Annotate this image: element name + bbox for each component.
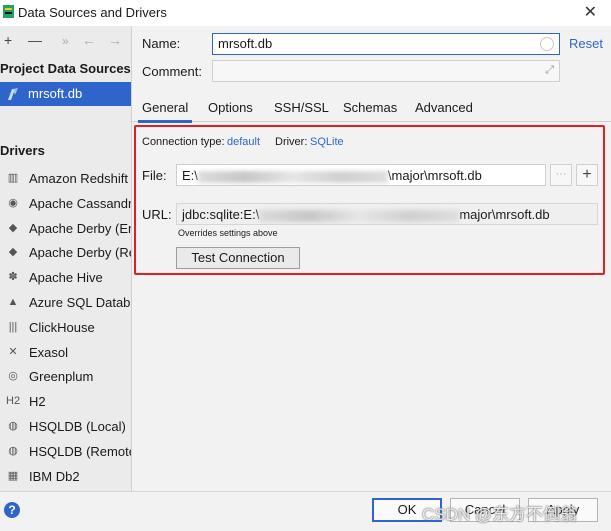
driver-icon: ◆ [8, 246, 18, 259]
close-icon[interactable]: ✕ [584, 2, 597, 22]
driver-label: Greenplum [29, 369, 94, 385]
datasource-item-mrsoft[interactable]: mrsoft.db [0, 82, 131, 106]
driver-item[interactable]: ▥ Amazon Redshift [0, 166, 131, 190]
url-suffix: major\mrsoft.db [459, 207, 550, 222]
driver-icon: ||| [8, 320, 18, 333]
url-prefix: jdbc:sqlite:E:\ [182, 207, 260, 222]
back-arrow-icon[interactable]: ← [82, 32, 96, 48]
tab-advanced[interactable]: Advanced [415, 100, 473, 115]
driver-icon: ◎ [8, 370, 18, 383]
connection-type-label: Connection type: [142, 136, 225, 148]
driver-icon: ▦ [7, 469, 19, 482]
driver-icon: ▥ [7, 172, 19, 184]
driver-icon: ◍ [8, 420, 18, 432]
browse-button[interactable]: ··· [550, 164, 572, 186]
driver-item[interactable]: ◉ Apache Cassandra [0, 191, 132, 215]
color-circle-icon[interactable] [540, 37, 554, 51]
reset-link[interactable]: Reset [569, 36, 603, 51]
driver-item[interactable]: ▦ IBM Db2 [0, 464, 131, 488]
driver-label: Apache Derby (Embedded) [29, 220, 131, 236]
driver-label: Apache Cassandra [29, 195, 132, 211]
file-label: File: [142, 168, 167, 183]
sqlite-icon [8, 88, 18, 100]
driver-label: IBM Db2 [29, 468, 80, 484]
driver-item[interactable]: ◆ Apache Derby (Embedded) [0, 216, 131, 240]
sidebar: + — » ← → Project Data Sources mrsoft.db… [0, 26, 132, 491]
driver-label: Driver: [275, 136, 308, 148]
driver-item[interactable]: ◍ HSQLDB (Remote) [0, 439, 132, 463]
driver-item[interactable]: ||| ClickHouse [0, 315, 131, 339]
datasource-label: mrsoft.db [28, 86, 83, 101]
driver-icon: ✽ [8, 271, 18, 284]
driver-item[interactable]: H2 H2 [0, 389, 131, 413]
tab-general[interactable]: General [137, 100, 193, 123]
tab-schemas[interactable]: Schemas [343, 100, 397, 115]
test-connection-button[interactable]: Test Connection [176, 247, 300, 269]
tab-ssh-ssl[interactable]: SSH/SSL [274, 100, 329, 115]
driver-label: Exasol [29, 344, 69, 360]
driver-item[interactable]: ✽ Apache Hive [0, 265, 131, 289]
driver-label: HSQLDB (Remote) [29, 443, 132, 459]
name-value: mrsoft.db [218, 36, 273, 51]
comment-input[interactable]: ⤢ [212, 60, 560, 82]
add-file-button[interactable]: + [576, 164, 598, 186]
driver-label: Azure SQL Database [29, 295, 131, 310]
driver-item[interactable]: ◆ Apache Derby (Remote) [0, 240, 131, 264]
comment-label: Comment: [142, 64, 202, 79]
driver-item[interactable]: ◎ Greenplum [0, 364, 131, 388]
file-path-prefix: E:\ [182, 168, 198, 183]
driver-icon: ◉ [8, 196, 18, 209]
connection-type-link[interactable]: default [227, 136, 260, 148]
url-input[interactable]: jdbc:sqlite:E:\ major\mrsoft.db [176, 203, 598, 225]
driver-icon: ✕ [8, 345, 18, 358]
name-label: Name: [142, 36, 181, 51]
remove-icon[interactable]: — [28, 32, 42, 48]
tab-bar: General Options SSH/SSL Schemas Advanced [132, 94, 611, 123]
window-title: Data Sources and Drivers [18, 5, 167, 20]
tab-options[interactable]: Options [208, 100, 253, 115]
driver-icon: ◆ [8, 221, 18, 234]
more-icon[interactable]: » [62, 34, 69, 48]
driver-label: ClickHouse [29, 319, 95, 335]
add-icon[interactable]: + [4, 32, 12, 48]
redacted-path [197, 170, 388, 183]
title-bar: Data Sources and Drivers ✕ [0, 0, 611, 26]
redacted-url [259, 209, 460, 222]
driver-icon: ▲ [7, 296, 19, 308]
driver-item[interactable]: ✕ Exasol [0, 340, 131, 364]
driver-label: Apache Derby (Remote) [29, 245, 131, 261]
drivers-header: Drivers [0, 143, 45, 158]
app-icon [3, 5, 14, 18]
overrides-note: Overrides settings above [178, 228, 278, 238]
file-input[interactable]: E:\ \major\mrsoft.db [176, 164, 546, 186]
forward-arrow-icon[interactable]: → [108, 32, 122, 48]
driver-label: H2 [29, 394, 46, 410]
driver-label: HSQLDB (Local) [29, 419, 126, 434]
project-data-sources-header: Project Data Sources [0, 61, 131, 76]
driver-label: Apache Hive [29, 270, 103, 286]
driver-item[interactable]: ◍ HSQLDB (Local) [0, 414, 131, 438]
url-label: URL: [142, 207, 172, 222]
driver-link[interactable]: SQLite [310, 136, 344, 148]
driver-icon: ◍ [8, 444, 18, 457]
file-path-suffix: \major\mrsoft.db [387, 168, 482, 183]
expand-icon[interactable]: ⤢ [545, 64, 554, 77]
driver-item[interactable]: ▲ Azure SQL Database [0, 290, 131, 314]
help-icon[interactable]: ? [4, 502, 20, 518]
watermark: CSDN @东方不倒翁 [422, 505, 578, 524]
driver-icon: H2 [6, 395, 21, 408]
name-input[interactable]: mrsoft.db [212, 33, 560, 55]
driver-label: Amazon Redshift [29, 171, 128, 186]
